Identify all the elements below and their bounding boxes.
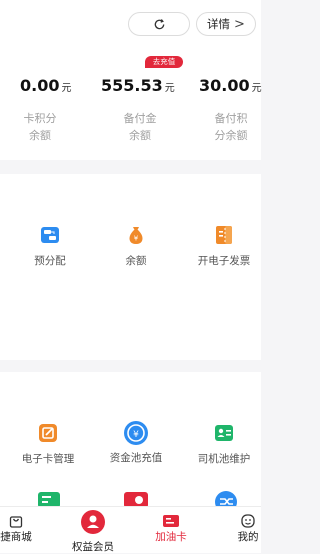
tab-rights-member[interactable]: 权益会员 [60,509,126,554]
tab-mall-label: 捷商城 [0,531,32,543]
refresh-button[interactable] [128,12,190,36]
tab-mine-label: 我的 [237,531,259,543]
card-points-amount: 0.00 元 [20,76,72,95]
refresh-icon [154,18,164,29]
chevron-right-icon: > [234,16,245,32]
tab-mall[interactable]: 捷商城 [0,513,38,544]
details-button[interactable]: 详情 > [196,12,256,36]
tab-fuel-card[interactable]: 加油卡 [146,513,196,544]
tab-mine[interactable]: 我的 [228,513,268,544]
tab-fuel-label: 加油卡 [155,531,187,543]
ecard-manage-button[interactable]: 电子卡管理 [8,422,88,466]
reserve-label: 备付金 余额 [123,112,157,142]
bottom-tab-bar: 捷商城 权益会员 加油卡 我的 [0,506,261,553]
driver-pool-label: 司机池维护 [197,453,251,465]
recharge-tag[interactable]: 去充值 [145,56,183,68]
shopping-bag-icon [9,516,23,528]
money-bag-icon: ¥ [129,227,143,244]
reserve-points-label: 备付积 分余额 [214,112,248,142]
svg-text:¥: ¥ [133,430,139,440]
e-invoice-icon [216,226,232,244]
balance-label: 余额 [125,255,147,267]
details-label: 详情 [207,17,231,31]
e-invoice-label: 开电子发票 [197,255,251,267]
functions-panel-1: 预分配 ¥ 余额 开电子发票 [0,174,261,360]
e-invoice-button[interactable]: 开电子发票 [184,224,264,268]
fuel-card-icon [163,515,179,527]
fund-pool-label: 资金池充值 [109,452,163,464]
fund-pool-button[interactable]: ¥ 资金池充值 [96,420,176,465]
reserve-amount: 555.53 元 [101,76,175,95]
ecard-manage-label: 电子卡管理 [21,453,75,465]
balance-button[interactable]: ¥ 余额 [96,224,176,268]
svg-text:¥: ¥ [134,235,139,243]
driver-pool-icon [215,425,233,441]
card-points-label: 卡积分 余额 [23,112,57,142]
fund-pool-icon: ¥ [124,421,148,445]
driver-pool-button[interactable]: 司机池维护 [184,422,264,466]
balance-panel: 详情 > 去充值 0.00 元 555.53 元 30.00 元 卡积分 余额 备付金余… [0,0,262,160]
profile-face-icon [241,514,255,528]
pre-allocate-button[interactable]: 预分配 [10,224,90,268]
member-icon [81,510,105,534]
reserve-points-amount: 30.00 元 [199,76,262,95]
pre-allocate-label: 预分配 [34,255,66,267]
ecard-manage-icon [39,424,57,442]
pre-allocate-icon [41,227,59,243]
